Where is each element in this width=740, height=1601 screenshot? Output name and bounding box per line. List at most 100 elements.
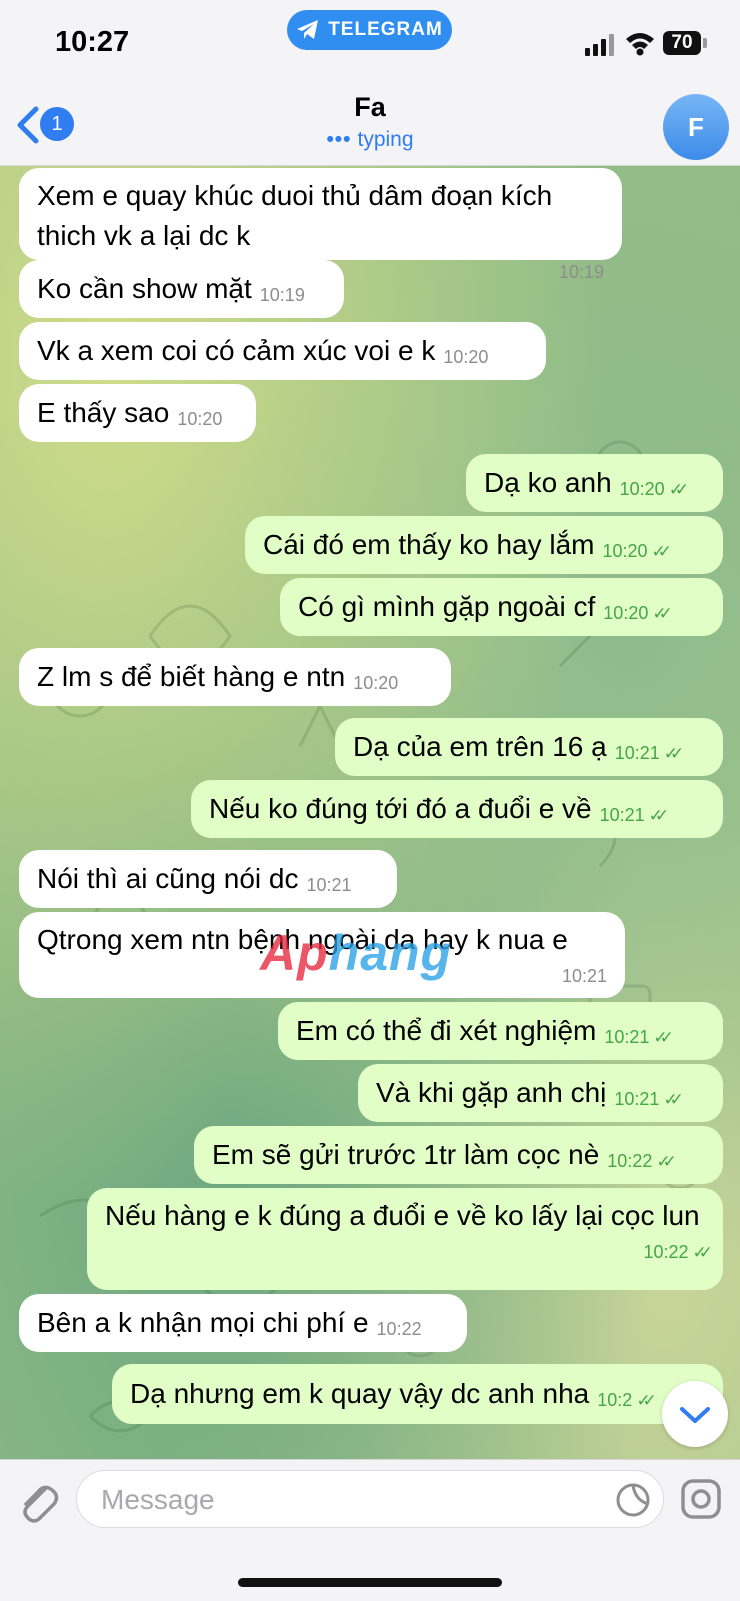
read-checkmarks-icon: ✓✓ [663, 743, 684, 763]
message-text: Z lm s để biết hàng e ntn [37, 661, 346, 692]
message-text: Ko cần show mặt [37, 273, 252, 304]
message-text: E thấy sao [37, 397, 170, 428]
read-checkmarks-icon: ✓✓ [636, 1390, 656, 1410]
watermark: Aphang [260, 924, 452, 982]
message-time-text: 10:22 [376, 1319, 422, 1339]
message-time: 10:21 [307, 865, 352, 905]
message-time: 10:20 ✓✓ [619, 469, 689, 510]
status-bar: 10:27 TELEGRAM 70 [0, 0, 740, 80]
message-text: Nói thì ai cũng nói dc [37, 863, 299, 894]
message-time: 10:20 [177, 399, 222, 439]
message-time-text: 10:20 [353, 673, 399, 693]
outgoing-message-bubble[interactable]: Dạ của em trên 16 ạ 10:21 ✓✓ [335, 718, 723, 776]
message-text: Và khi gặp anh chị [376, 1077, 607, 1108]
message-text: Em có thể đi xét nghiệm [296, 1015, 597, 1046]
message-input[interactable] [99, 1479, 583, 1521]
message-time-text: 10:20 [619, 478, 665, 499]
outgoing-message-bubble[interactable]: Nếu ko đúng tới đó a đuổi e về 10:21 ✓✓ [191, 780, 723, 838]
cellular-signal-icon [585, 34, 614, 56]
outgoing-message-bubble[interactable]: Em sẽ gửi trước 1tr làm cọc nè 10:22 ✓✓ [194, 1126, 723, 1184]
message-time-text: 10:20 [177, 409, 223, 429]
read-checkmarks-icon: ✓✓ [652, 603, 672, 623]
message-time-text: 10:19 [558, 262, 604, 282]
outgoing-message-bubble[interactable]: Dạ ko anh 10:20 ✓✓ [466, 454, 723, 512]
message-time-text: 10:21 [599, 804, 645, 825]
message-field[interactable] [76, 1470, 664, 1528]
message-text: Xem e quay khúc duoi thủ dâm đoạn kích t… [37, 180, 553, 251]
read-checkmarks-icon: ✓✓ [651, 541, 672, 561]
message-time-text: 10:20 [603, 602, 649, 623]
message-time: 10:21 ✓✓ [614, 733, 684, 774]
message-text: Nếu ko đúng tới đó a đuổi e về [209, 793, 592, 824]
message-time-text: 10:20 [602, 540, 648, 561]
message-time: 10:22 ✓✓ [607, 1141, 676, 1182]
read-checkmarks-icon: ✓✓ [692, 1243, 713, 1262]
message-time: 10:19 [559, 262, 604, 282]
message-time: 10:22 [377, 1309, 422, 1349]
wifi-icon [626, 33, 654, 56]
telegram-pill-label: TELEGRAM [328, 19, 443, 40]
incoming-message-bubble[interactable]: Bên a k nhận mọi chi phí e 10:22 [19, 1294, 467, 1352]
message-time: 10:20 [353, 663, 398, 703]
chat-title[interactable]: Fa [0, 92, 740, 123]
battery-icon: 70 [663, 31, 701, 55]
outgoing-message-bubble[interactable]: Em có thể đi xét nghiệm 10:21 ✓✓ [278, 1002, 723, 1060]
home-indicator [238, 1578, 502, 1587]
message-text: Vk a xem coi có cảm xúc voi e k [37, 335, 436, 366]
outgoing-message-bubble[interactable]: Và khi gặp anh chị 10:21 ✓✓ [358, 1064, 723, 1122]
message-time: 10:20 [443, 337, 488, 377]
message-text: Dạ của em trên 16 ạ [353, 731, 607, 762]
scroll-down-button[interactable] [662, 1381, 728, 1447]
message-time-text: 10:19 [259, 285, 305, 305]
message-time-text: 10:22 [643, 1242, 689, 1262]
chat-status: ••• typing [0, 128, 740, 152]
message-time: 10:21 [562, 966, 607, 986]
message-time: 10:21 ✓✓ [599, 795, 669, 836]
outgoing-message-bubble[interactable]: Cái đó em thấy ko hay lắm 10:20 ✓✓ [245, 516, 723, 574]
sticker-icon[interactable] [615, 1482, 651, 1518]
composer-bar [0, 1459, 740, 1601]
avatar[interactable]: F [663, 94, 729, 160]
camera-icon[interactable] [680, 1478, 722, 1520]
message-list[interactable]: Xem e quay khúc duoi thủ dâm đoạn kích t… [0, 166, 740, 1459]
read-checkmarks-icon: ✓✓ [668, 479, 689, 499]
read-checkmarks-icon: ✓✓ [648, 805, 669, 825]
outgoing-message-bubble[interactable]: Có gì mình gặp ngoài cf 10:20 ✓✓ [280, 578, 723, 636]
read-checkmarks-icon: ✓✓ [663, 1089, 683, 1109]
message-time: 10:20 ✓✓ [603, 593, 672, 634]
message-time-text: 10:21 [604, 1026, 650, 1047]
telegram-return-pill[interactable]: TELEGRAM [287, 10, 452, 50]
message-text: Có gì mình gặp ngoài cf [298, 591, 596, 622]
status-time: 10:27 [55, 26, 130, 58]
message-time: 10:21 ✓✓ [614, 1079, 683, 1120]
typing-dots-icon: ••• [326, 128, 352, 151]
incoming-message-bubble[interactable]: E thấy sao 10:20 [19, 384, 256, 442]
incoming-message-bubble[interactable]: Xem e quay khúc duoi thủ dâm đoạn kích t… [19, 168, 622, 282]
read-checkmarks-icon: ✓✓ [656, 1151, 676, 1171]
outgoing-message-bubble[interactable]: Nếu hàng e k đúng a đuổi e về ko lấy lại… [87, 1188, 723, 1290]
message-time-text: 10:2 [597, 1389, 633, 1410]
telegram-plane-icon [297, 20, 319, 39]
paperclip-icon[interactable] [16, 1478, 60, 1524]
message-time: 10:22 ✓✓ [643, 1242, 713, 1262]
message-time-text: 10:21 [614, 742, 660, 763]
message-time-text: 10:21 [306, 875, 352, 895]
message-time-text: 10:20 [443, 347, 489, 367]
incoming-message-bubble[interactable]: Z lm s để biết hàng e ntn 10:20 [19, 648, 451, 706]
incoming-message-bubble[interactable]: Vk a xem coi có cảm xúc voi e k 10:20 [19, 322, 546, 380]
message-time: 10:19 [260, 275, 305, 315]
message-text: Dạ nhưng em k quay vậy dc anh nha [130, 1378, 590, 1409]
incoming-message-bubble[interactable]: Nói thì ai cũng nói dc 10:21 [19, 850, 397, 908]
watermark-part1: Ap [260, 925, 329, 981]
incoming-message-bubble[interactable]: Ko cần show mặt 10:19 [19, 260, 344, 318]
message-time: 10:2 ✓✓ [597, 1380, 656, 1421]
message-text: Nếu hàng e k đúng a đuổi e về ko lấy lại… [105, 1200, 700, 1231]
watermark-part2: hang [328, 925, 453, 981]
outgoing-message-bubble[interactable]: Dạ nhưng em k quay vậy dc anh nha 10:2 ✓✓ [112, 1364, 723, 1424]
message-time: 10:20 ✓✓ [602, 531, 672, 572]
message-time-text: 10:21 [561, 966, 607, 986]
chevron-down-icon [680, 1407, 710, 1423]
battery-tip [703, 38, 707, 48]
message-text: Cái đó em thấy ko hay lắm [263, 529, 595, 560]
message-text: Bên a k nhận mọi chi phí e [37, 1307, 369, 1338]
